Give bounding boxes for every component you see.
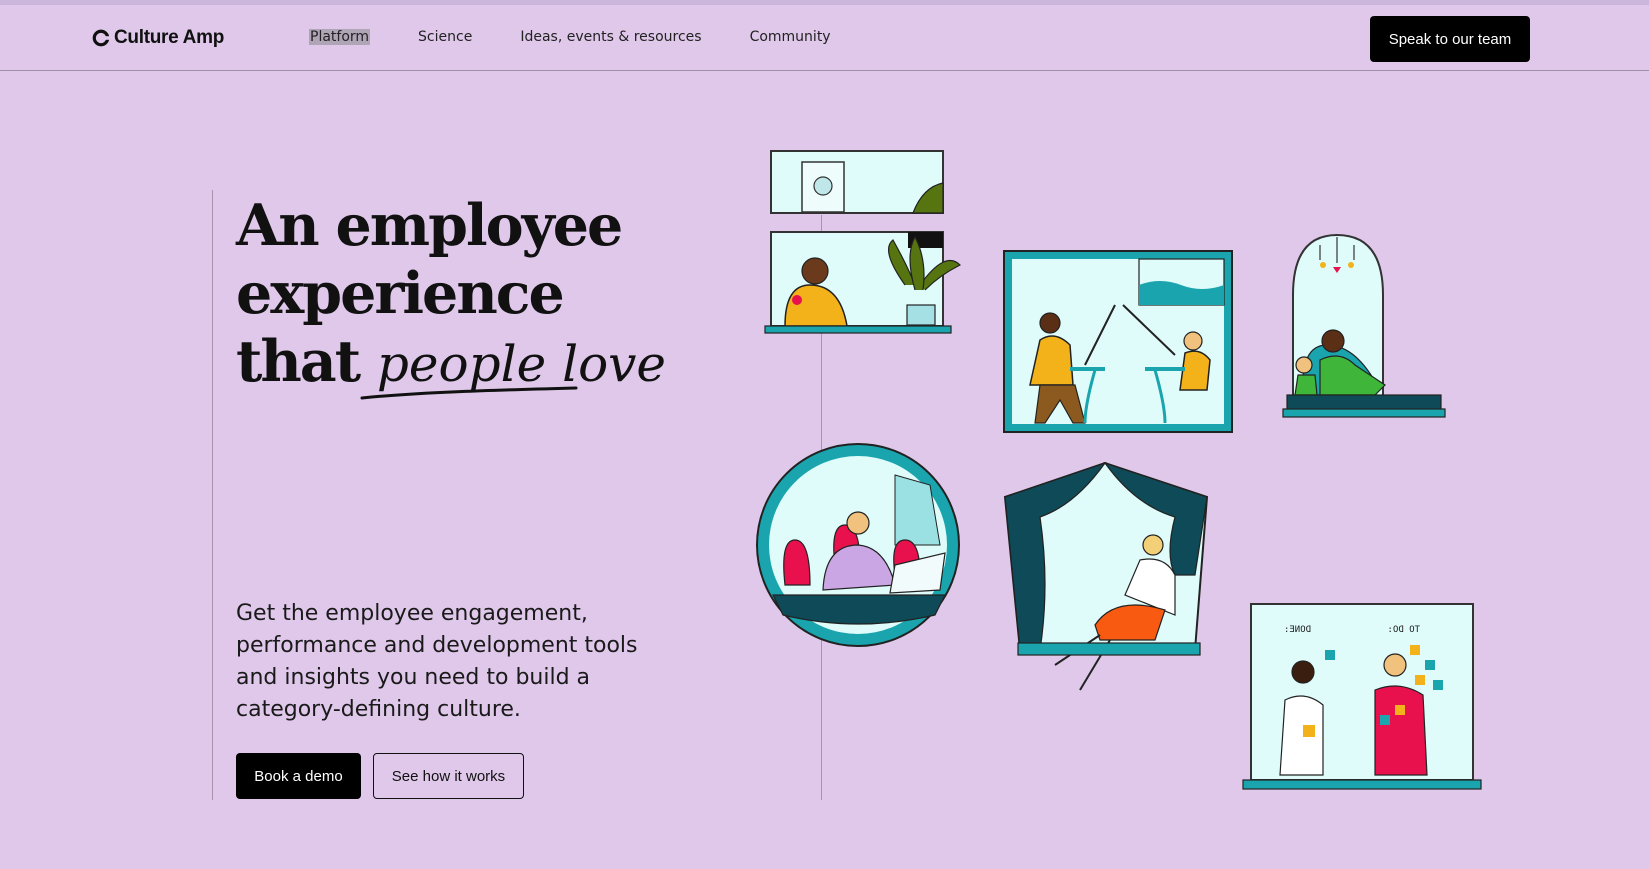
board-todo-label: TO DO: — [1387, 625, 1420, 635]
main-nav: Platform Science Ideas, events & resourc… — [309, 29, 879, 45]
window-house-curtains — [1003, 461, 1209, 691]
see-how-it-works-button[interactable]: See how it works — [373, 753, 524, 799]
headline-line-2: experience — [236, 260, 565, 327]
brand-name: Culture Amp — [114, 27, 224, 48]
nav-item-community[interactable]: Community — [750, 29, 831, 45]
hero-subtitle: Get the employee engagement, performance… — [236, 601, 638, 722]
nav-item-platform[interactable]: Platform — [309, 29, 371, 45]
board-done-label: DONE: — [1284, 625, 1311, 635]
site-header: Culture Amp Platform Science Ideas, even… — [0, 5, 1649, 71]
hero-illustration: DONE: TO DO: — [756, 150, 1482, 790]
book-demo-button[interactable]: Book a demo — [236, 753, 361, 799]
divider-left — [212, 190, 213, 800]
headline-line-1: An employee — [236, 192, 623, 259]
hero-headline: An employee experience that people love — [236, 192, 666, 398]
headline-that: that — [236, 328, 361, 395]
window-todo-board: DONE: TO DO: — [1242, 603, 1482, 790]
window-portrait-frame — [770, 150, 944, 214]
window-high-five — [1003, 250, 1233, 433]
window-person-cat — [764, 231, 962, 334]
culture-amp-logo-icon — [92, 29, 110, 47]
window-parent-baby — [1282, 233, 1446, 418]
nav-item-ideas[interactable]: Ideas, events & resources — [520, 29, 701, 45]
window-round-desk — [756, 443, 960, 647]
nav-item-science[interactable]: Science — [418, 29, 472, 45]
speak-to-team-button[interactable]: Speak to our team — [1370, 16, 1530, 62]
logo[interactable]: Culture Amp — [92, 27, 224, 49]
script-underline-icon — [360, 386, 578, 400]
